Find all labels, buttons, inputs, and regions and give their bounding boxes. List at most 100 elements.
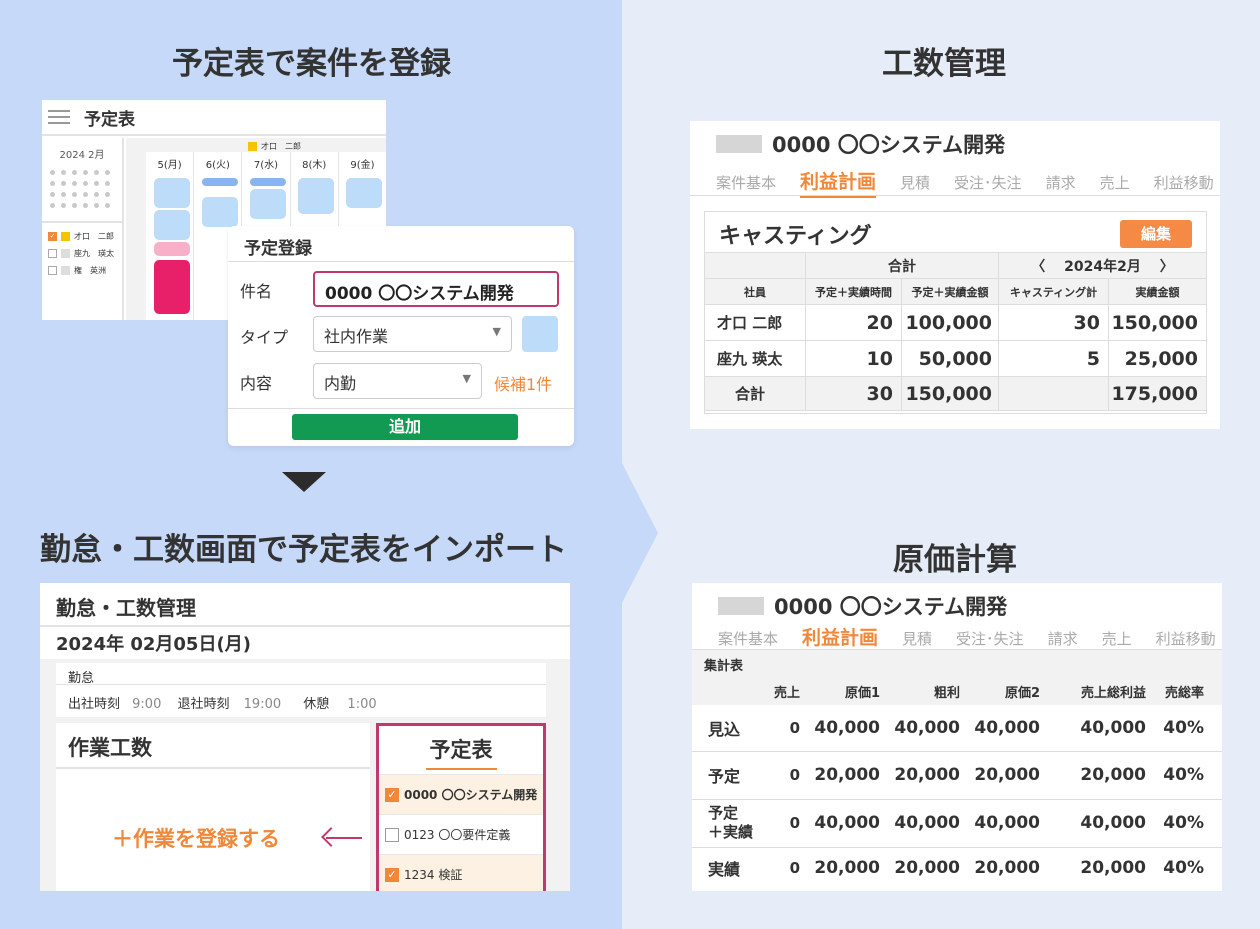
checkbox-checked-icon[interactable]: ✓ [48, 232, 57, 241]
tab-basic[interactable]: 案件基本 [718, 628, 778, 649]
column-header: キャスティング計 [998, 278, 1109, 305]
table-row: 才口 二郎 20 100,000 30 150,000 [704, 304, 1207, 341]
column-header: 売総率 [1164, 685, 1204, 701]
candidates-link[interactable]: 候補1件 [494, 371, 552, 395]
tab-basic[interactable]: 案件基本 [716, 172, 776, 193]
type-select[interactable]: 社内作業 ▼ [313, 316, 512, 352]
calendar-sidebar: 2024 2月 ✓ 才口 二郎 座九 瑛太 権 英洲 [42, 138, 124, 320]
clock-out-value[interactable]: 19:00 [244, 697, 281, 712]
schedule-block[interactable] [250, 189, 286, 219]
name-input[interactable]: 0000 〇〇システム開発 [313, 271, 559, 307]
heading-register-schedule: 予定表で案件を登録 [172, 46, 451, 82]
casting-panel: キャスティング 編集 合計 〈 2024年2月 〉 社員 予定＋実績時間 予定＋… [704, 211, 1207, 414]
table-cell: 20,000 [1080, 858, 1146, 879]
mini-calendar-grid[interactable] [47, 167, 117, 211]
table-cell: 175,000 [1108, 376, 1207, 411]
clock-in-value[interactable]: 9:00 [132, 697, 161, 712]
schedule-block[interactable] [154, 178, 190, 208]
work-effort-panel: 作業工数 ＋作業を登録する [56, 723, 370, 891]
schedule-panel-title: 予定表 [425, 738, 497, 770]
table-cell: 40,000 [1080, 813, 1146, 833]
hamburger-menu-icon[interactable] [48, 106, 70, 128]
add-button[interactable]: 追加 [292, 414, 518, 440]
edit-button[interactable]: 編集 [1120, 220, 1192, 248]
table-cell: 実績 [708, 860, 741, 880]
tab-order[interactable]: 受注･失注 [954, 172, 1022, 193]
schedule-item[interactable]: ✓ 1234 検証 [379, 854, 543, 891]
project-code-placeholder [716, 135, 762, 153]
table-cell: 40,000 [894, 717, 960, 738]
table-cell: 40,000 [814, 813, 880, 833]
member-color-swatch [61, 266, 70, 275]
table-cell: 見込 [708, 719, 741, 739]
tab-profit-transfer[interactable]: 利益移動 [1154, 172, 1214, 193]
table-row: 見込 0 40,000 40,000 40,000 40,000 40% [692, 705, 1222, 751]
prev-month-button[interactable]: 〈 [1031, 259, 1045, 275]
attendance-section: 勤怠 出社時刻 9:00 退社時刻 19:00 休憩 1:00 [56, 663, 546, 717]
schedule-item[interactable]: 0123 〇〇要件定義 [379, 814, 543, 854]
checkbox-icon[interactable] [48, 249, 57, 258]
tab-billing[interactable]: 請求 [1046, 172, 1076, 193]
tab-profit-plan[interactable]: 利益計画 [800, 167, 877, 198]
schedule-block[interactable] [202, 178, 238, 186]
work-effort-title: 作業工数 [56, 723, 370, 769]
tab-sales[interactable]: 売上 [1100, 172, 1130, 193]
table-cell: 予定 ＋実績 [708, 804, 754, 841]
member-row[interactable]: 権 英洲 [48, 265, 122, 276]
tab-billing[interactable]: 請求 [1048, 628, 1078, 649]
schedule-block[interactable] [154, 242, 190, 256]
table-cell: 150,000 [901, 376, 999, 411]
checkbox-icon[interactable] [385, 827, 399, 842]
table-cell [998, 376, 1109, 411]
name-label: 件名 [240, 282, 273, 301]
table-cell: 0 [789, 766, 800, 784]
heading-effort-management: 工数管理 [882, 46, 1006, 82]
tab-profit-transfer[interactable]: 利益移動 [1156, 628, 1216, 649]
dropdown-caret-icon: ▼ [492, 325, 501, 338]
member-name: 座九 瑛太 [74, 249, 114, 258]
next-month-button[interactable]: 〉 [1160, 259, 1174, 275]
table-cell: 予定 [708, 767, 741, 786]
schedule-block[interactable] [154, 210, 190, 240]
member-row[interactable]: ✓ 才口 二郎 [48, 231, 122, 242]
month-label: 2024年2月 [1064, 258, 1141, 275]
color-picker-swatch[interactable] [522, 316, 558, 352]
member-row[interactable]: 座九 瑛太 [48, 248, 122, 259]
schedule-block[interactable] [250, 178, 286, 186]
checkbox-icon[interactable] [48, 266, 57, 275]
column-header: 売上総利益 [1080, 685, 1146, 701]
table-cell: 0 [789, 859, 800, 878]
table-cell: 5 [998, 340, 1109, 377]
summary-section-title: 集計表 [692, 649, 1222, 677]
content-select[interactable]: 内勤 ▼ [313, 363, 482, 399]
tab-estimate[interactable]: 見積 [900, 172, 930, 193]
schedule-block[interactable] [154, 260, 190, 314]
schedule-item[interactable]: ✓ 0000 〇〇システム開発 [379, 774, 543, 814]
table-row: 実績 0 20,000 20,000 20,000 20,000 40% [692, 847, 1222, 889]
table-cell: 30 [998, 304, 1109, 341]
tab-estimate[interactable]: 見積 [902, 628, 932, 649]
break-value[interactable]: 1:00 [347, 697, 376, 712]
table-row: 座九 瑛太 10 50,000 5 25,000 [704, 340, 1207, 377]
project-title: 0000 〇〇システム開発 [774, 595, 1008, 619]
arrow-left-icon [321, 827, 362, 849]
table-cell: 20,000 [974, 765, 1040, 785]
modal-divider [228, 408, 574, 409]
register-work-link[interactable]: ＋作業を登録する [112, 823, 280, 853]
table-total-row: 合計 30 150,000 175,000 [704, 376, 1207, 411]
checkbox-checked-icon[interactable]: ✓ [385, 867, 399, 882]
table-row: 予定 0 20,000 20,000 20,000 20,000 40% [692, 751, 1222, 799]
schedule-block[interactable] [202, 197, 238, 227]
tab-sales[interactable]: 売上 [1102, 628, 1132, 649]
calendar-title: 予定表 [84, 109, 135, 130]
member-color-swatch [61, 249, 70, 258]
checkbox-checked-icon[interactable]: ✓ [385, 787, 399, 802]
flow-arrow-down [282, 472, 326, 492]
schedule-block[interactable] [298, 178, 334, 214]
table-cell: 40,000 [1080, 717, 1146, 738]
table-cell: 40,000 [894, 813, 960, 833]
schedule-block[interactable] [346, 178, 382, 208]
schedule-item-label: 0000 〇〇システム開発 [404, 788, 538, 802]
tab-order[interactable]: 受注･失注 [956, 628, 1024, 649]
column-header: 原価1 [844, 685, 880, 701]
